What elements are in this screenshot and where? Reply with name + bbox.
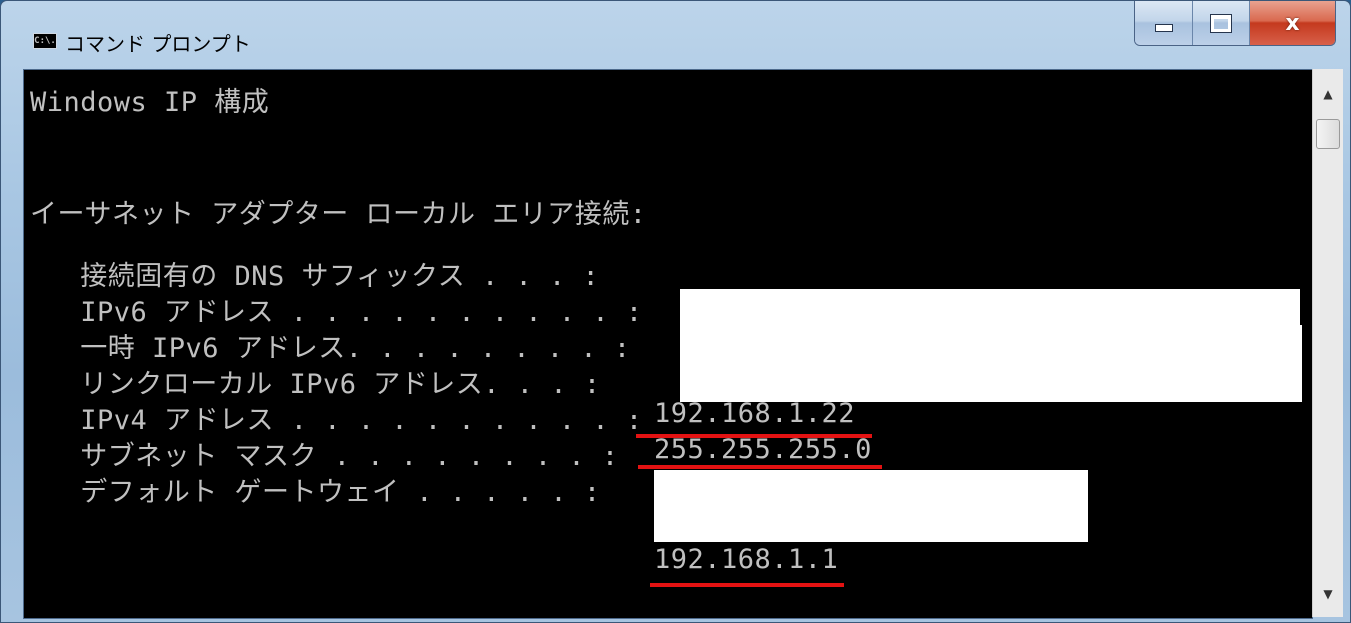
command-prompt-window: C:\. コマンド プロンプト x Windows IP 構成 イーサネット ア… bbox=[0, 0, 1351, 623]
scroll-up-button[interactable]: ▲ bbox=[1313, 79, 1343, 109]
vertical-scrollbar[interactable]: ▲ ▼ bbox=[1312, 69, 1343, 617]
caption-buttons: x bbox=[1134, 1, 1336, 46]
title-bar[interactable]: C:\. コマンド プロンプト x bbox=[1, 1, 1350, 69]
console-line-dns-suffix: 接続固有の DNS サフィックス . . . : bbox=[30, 261, 600, 292]
redaction-ipv6 bbox=[680, 289, 1300, 325]
console-line-ipv6: IPv6 アドレス . . . . . . . . . . : bbox=[30, 297, 643, 328]
gateway-value: 192.168.1.1 bbox=[654, 544, 839, 575]
scroll-thumb[interactable] bbox=[1316, 119, 1340, 149]
subnet-highlight-underline bbox=[638, 465, 882, 469]
console-line-linklocal-ipv6: リンクローカル IPv6 アドレス. . . : bbox=[30, 369, 601, 400]
redaction-temp-linklocal-ipv6 bbox=[680, 325, 1302, 402]
gateway-highlight-underline bbox=[650, 583, 844, 587]
console-line-temp-ipv6: 一時 IPv6 アドレス. . . . . . . . : bbox=[30, 333, 631, 364]
minimize-button[interactable] bbox=[1135, 1, 1194, 45]
ipv4-highlight-underline bbox=[636, 434, 872, 438]
maximize-icon bbox=[1211, 14, 1232, 32]
console-line-ip-config: Windows IP 構成 bbox=[30, 87, 270, 118]
close-button[interactable]: x bbox=[1249, 1, 1335, 45]
window-title: コマンド プロンプト bbox=[65, 32, 251, 56]
console-output[interactable]: Windows IP 構成 イーサネット アダプター ローカル エリア接続: 接… bbox=[23, 69, 1313, 619]
console-line-ipv4: IPv4 アドレス . . . . . . . . . . : bbox=[30, 405, 643, 436]
ipv4-value: 192.168.1.22 bbox=[654, 398, 856, 429]
console-line-gateway: デフォルト ゲートウェイ . . . . . : bbox=[30, 477, 601, 508]
console-line-subnet: サブネット マスク . . . . . . . . : bbox=[30, 441, 619, 472]
close-icon: x bbox=[1285, 10, 1300, 36]
scroll-down-button[interactable]: ▼ bbox=[1313, 579, 1343, 609]
redaction-gateway-ipv6 bbox=[654, 470, 1088, 542]
subnet-mask-value: 255.255.255.0 bbox=[654, 434, 872, 465]
console-line-adapter: イーサネット アダプター ローカル エリア接続: bbox=[30, 199, 647, 230]
maximize-button[interactable] bbox=[1193, 1, 1250, 45]
minimize-icon bbox=[1154, 24, 1173, 32]
console-app-icon: C:\. bbox=[33, 33, 57, 49]
